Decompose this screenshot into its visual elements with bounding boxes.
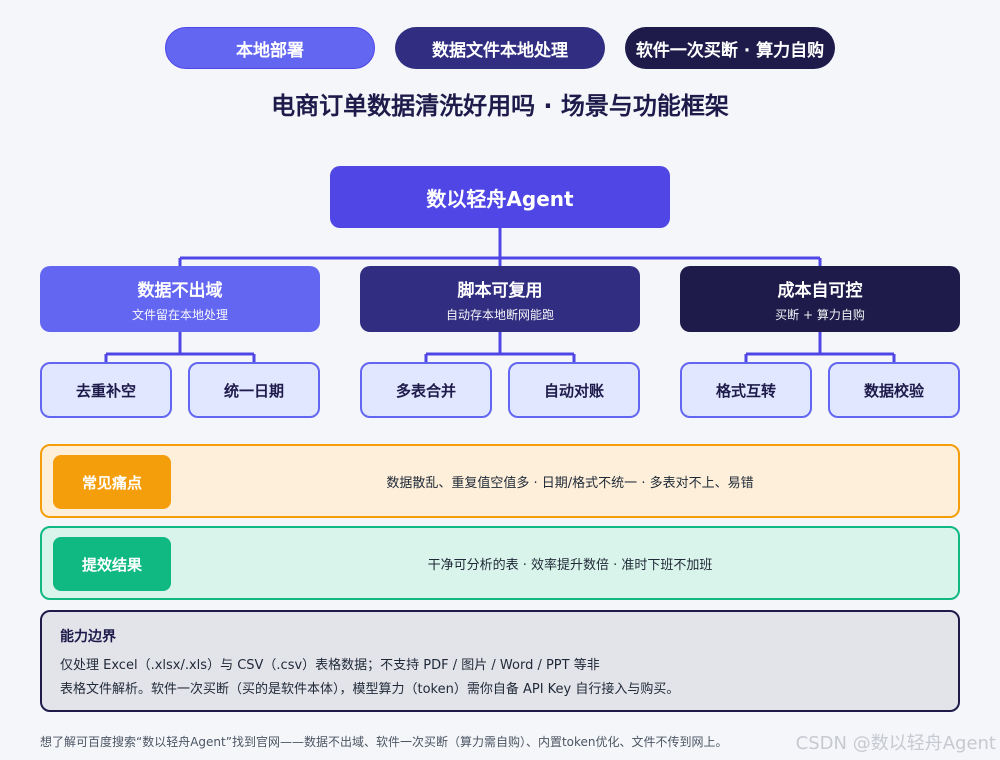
branch-title: 数据不出域: [137, 280, 223, 301]
branch-title: 脚本可复用: [457, 280, 543, 301]
leaf-merge-tables: 多表合并: [360, 362, 492, 418]
leaf-data-validate: 数据校验: [828, 362, 960, 418]
results-text: 干净可分析的表 · 效率提升数倍 · 准时下班不加班: [427, 557, 713, 573]
watermark: CSDN @数以轻舟Agent: [795, 733, 996, 754]
branch-subtitle: 文件留在本地处理: [131, 307, 228, 322]
footer-note: 想了解可百度搜索“数以轻舟Agent”找到官网——数据不出域、软件一次买断（算力…: [40, 735, 728, 749]
pain-points-band: 常见痛点 数据散乱、重复值空值多 · 日期/格式不统一 · 多表对不上、易错: [40, 444, 960, 518]
pain-points-tag: 常见痛点: [53, 455, 171, 509]
leaf-unify-date: 统一日期: [188, 362, 320, 418]
branch-title: 成本自可控: [777, 280, 863, 301]
results-band: 提效结果 干净可分析的表 · 效率提升数倍 · 准时下班不加班: [40, 526, 960, 600]
limits-line: 仅处理 Excel（.xlsx/.xls）与 CSV（.csv）表格数据；不支持…: [60, 658, 600, 673]
pill-one-time-purchase: 软件一次买断 · 算力自购: [625, 27, 835, 69]
leaf-auto-reconcile: 自动对账: [508, 362, 640, 418]
branch-cost-control: 成本自可控 买断 + 算力自购: [680, 266, 960, 332]
branch-data-local: 数据不出域 文件留在本地处理: [40, 266, 320, 332]
capability-limits-box: 能力边界 仅处理 Excel（.xlsx/.xls）与 CSV（.csv）表格数…: [40, 610, 960, 712]
branch-subtitle: 买断 + 算力自购: [775, 307, 865, 322]
pain-points-text: 数据散乱、重复值空值多 · 日期/格式不统一 · 多表对不上、易错: [386, 475, 754, 491]
leaf-dedupe-fill: 去重补空: [40, 362, 172, 418]
limits-title: 能力边界: [60, 629, 116, 645]
pill-local-deploy: 本地部署: [165, 27, 375, 69]
branch-script-reuse: 脚本可复用 自动存本地断网能跑: [360, 266, 640, 332]
page-title: 电商订单数据清洗好用吗 · 场景与功能框架: [271, 92, 729, 120]
results-tag: 提效结果: [53, 537, 171, 591]
leaf-format-convert: 格式互转: [680, 362, 812, 418]
root-node: 数以轻舟Agent: [330, 166, 670, 228]
pill-local-processing: 数据文件本地处理: [395, 27, 605, 69]
limits-line: 表格文件解析。软件一次买断（买的是软件本体），模型算力（token）需你自备 A…: [60, 682, 680, 697]
branch-subtitle: 自动存本地断网能跑: [445, 307, 554, 322]
